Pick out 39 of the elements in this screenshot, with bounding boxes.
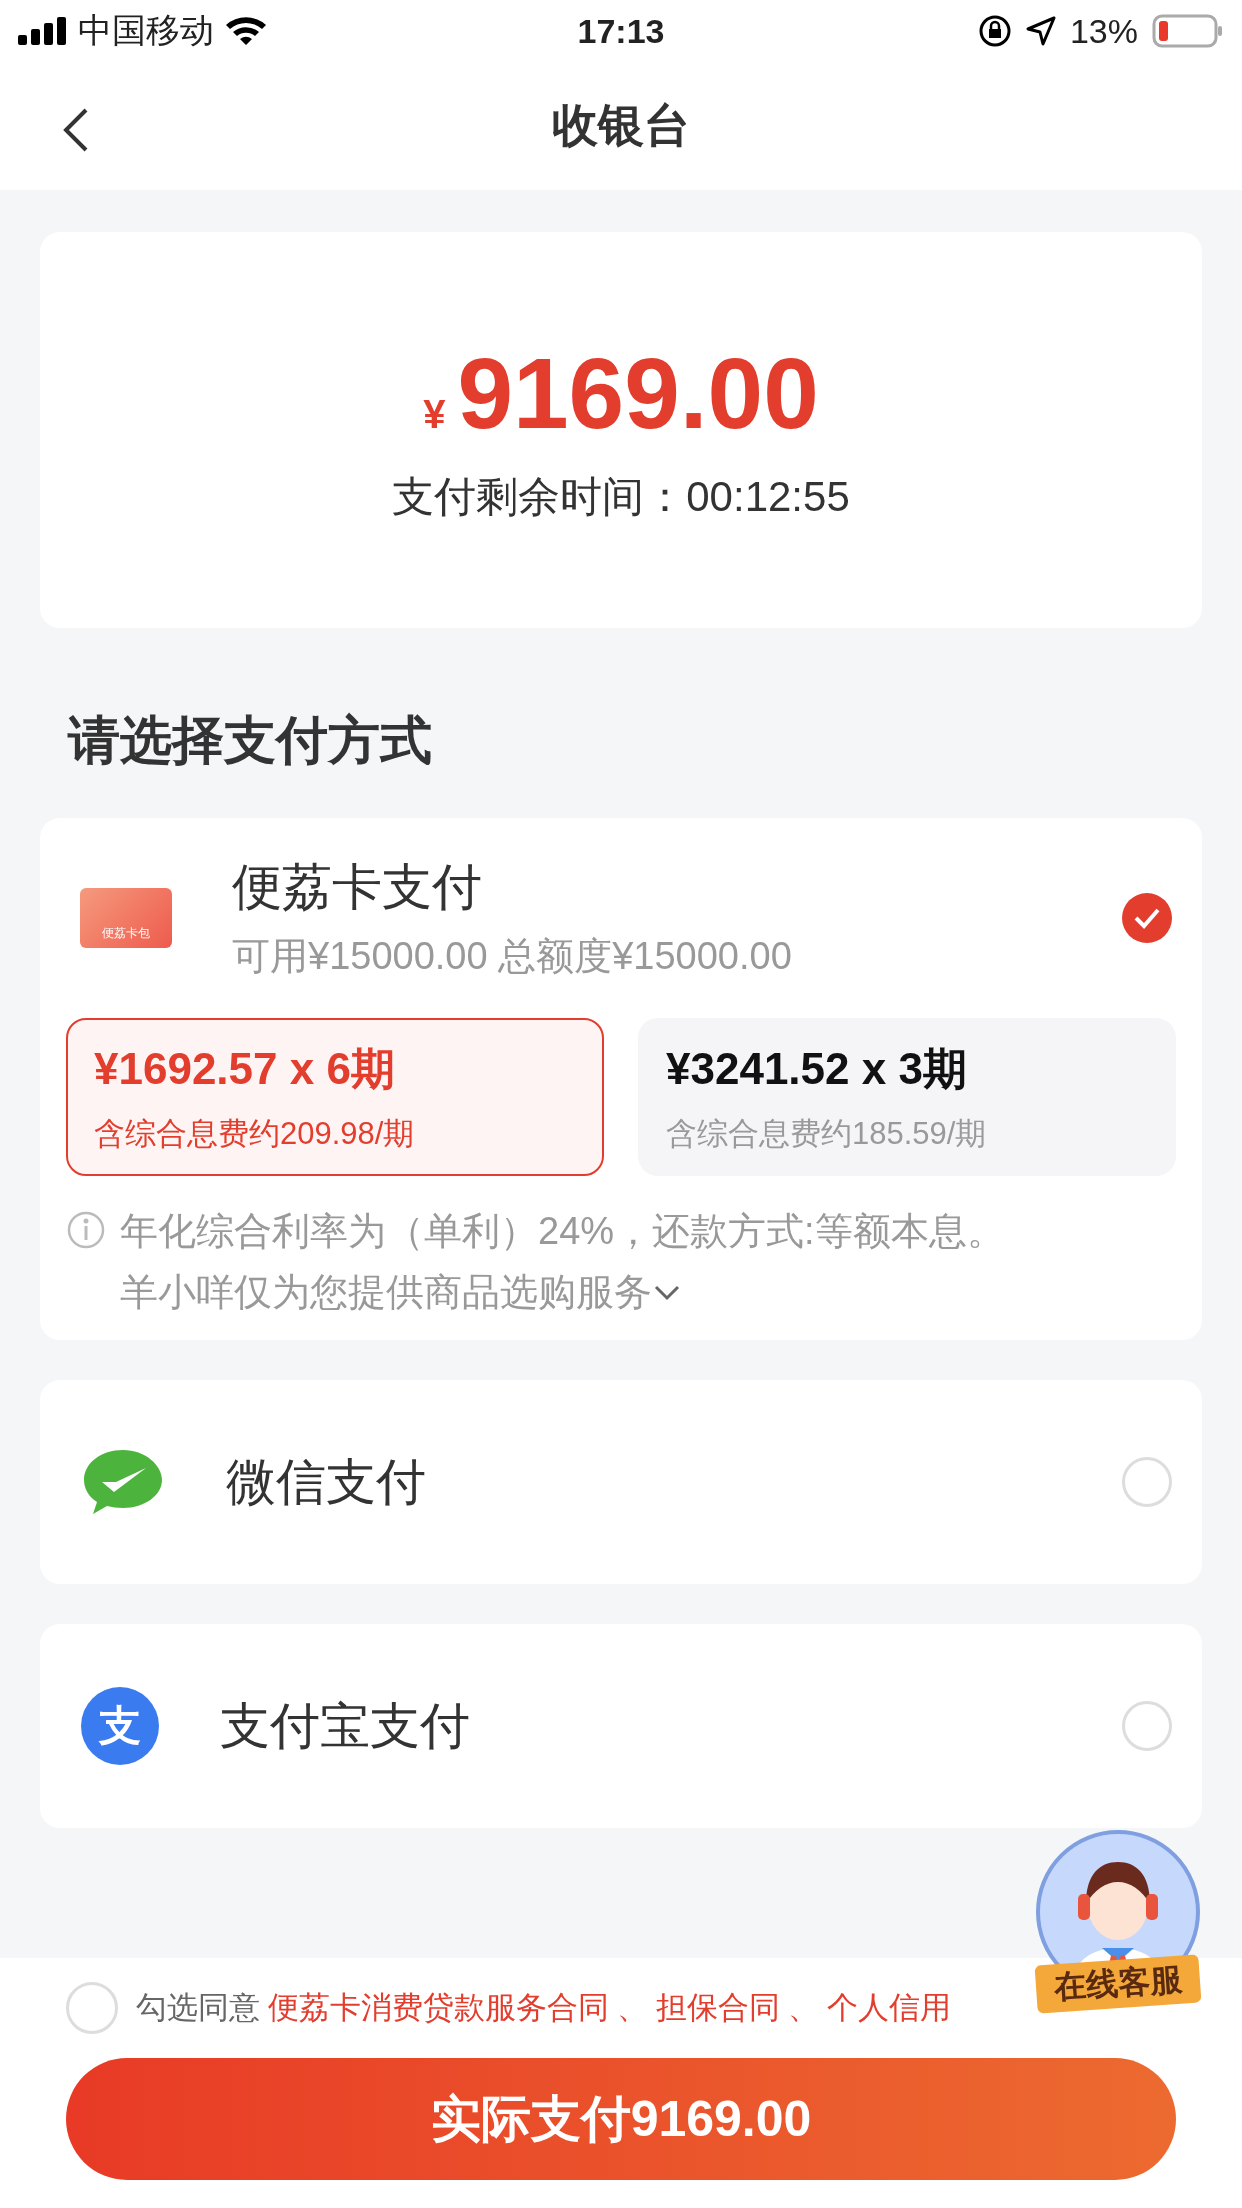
wifi-icon bbox=[224, 15, 268, 47]
location-arrow-icon bbox=[1025, 16, 1056, 46]
battery-icon bbox=[1152, 14, 1224, 48]
separator: 、 bbox=[617, 1989, 648, 2027]
agreement-link[interactable]: 个人信用 bbox=[827, 1987, 951, 2029]
agreement-link[interactable]: 担保合同 bbox=[656, 1987, 780, 2029]
installment-option[interactable]: ¥1692.57 x 6期 含综合息费约209.98/期 bbox=[66, 1018, 604, 1176]
separator: 、 bbox=[788, 1989, 819, 2027]
radio-button[interactable] bbox=[1122, 893, 1172, 943]
check-icon bbox=[1133, 907, 1161, 929]
payment-card[interactable]: 便荔卡包 便荔卡支付 可用¥15000.00 总额度¥15000.00 ¥1692.57 x 6期 含综合息费约209.98/期 ¥3241.52 x 3期 含综合息费约185.59/期 年化综合利率为（单利）24%，还款方式:等额本息。 羊小咩仅为您提供商品选购服务 bbox=[40, 818, 1202, 1340]
agree-checkbox[interactable] bbox=[66, 1982, 118, 2034]
signal-icon bbox=[18, 17, 68, 45]
pay-button[interactable]: 实际支付9169.00 bbox=[66, 2058, 1176, 2180]
info-icon bbox=[66, 1210, 106, 1250]
agree-label: 勾选同意 bbox=[136, 1989, 260, 2027]
battery-percent: 13% bbox=[1069, 11, 1138, 51]
rotation-lock-icon bbox=[977, 14, 1012, 48]
method-name: 支付宝支付 bbox=[220, 1696, 471, 1756]
note-text: 年化综合利率为（单利）24%，还款方式:等额本息。 bbox=[120, 1209, 1005, 1254]
note-text: 羊小咩仅为您提供商品选购服务 bbox=[120, 1270, 652, 1315]
currency-symbol: ¥ bbox=[423, 391, 446, 437]
status-time: 17:13 bbox=[577, 11, 665, 51]
page-title: 收银台 bbox=[552, 98, 690, 153]
section-title: 请选择支付方式 bbox=[68, 710, 433, 771]
carrier-name: 中国移动 bbox=[78, 10, 214, 51]
countdown-text: 支付剩余时间：00:12:55 bbox=[392, 471, 850, 522]
radio-button[interactable] bbox=[1122, 1457, 1172, 1507]
alipay-icon: 支 bbox=[80, 1686, 160, 1766]
radio-button[interactable] bbox=[1122, 1701, 1172, 1751]
method-name: 微信支付 bbox=[226, 1452, 427, 1512]
installment-option[interactable]: ¥3241.52 x 3期 含综合息费约185.59/期 bbox=[638, 1018, 1176, 1176]
card-icon: 便荔卡包 bbox=[80, 888, 172, 948]
method-name: 便荔卡支付 bbox=[232, 858, 483, 917]
payment-option[interactable]: 微信支付 bbox=[40, 1380, 1202, 1584]
payment-option[interactable]: 支 支付宝支付 bbox=[40, 1624, 1202, 1828]
agreement-link[interactable]: 便荔卡消费贷款服务合同 bbox=[268, 1987, 609, 2029]
payment-amount: 9169.00 bbox=[457, 335, 819, 451]
credit-limit: 可用¥15000.00 总额度¥15000.00 bbox=[232, 934, 793, 979]
